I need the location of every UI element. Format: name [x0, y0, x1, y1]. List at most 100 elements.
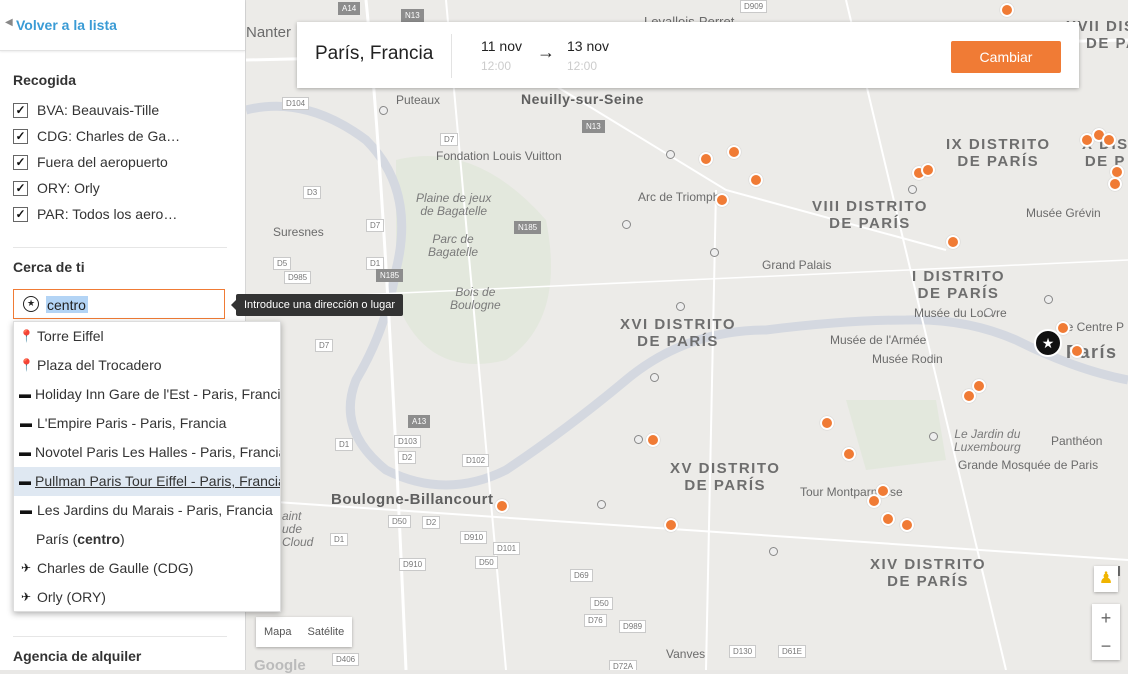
suggestion-item-active[interactable]: ▬ Pullman Paris Tour Eiffel - Paris, Fran…	[14, 467, 280, 496]
checkbox-checked-icon[interactable]: ✓	[13, 180, 28, 196]
agency-pin[interactable]	[664, 518, 678, 532]
poi-icon	[1044, 295, 1053, 304]
agency-pin[interactable]	[842, 447, 856, 461]
map-label-bois: Bois de Boulogne	[450, 285, 501, 313]
selected-location-star-icon[interactable]: ★	[1034, 329, 1062, 357]
road-shield: D7	[366, 219, 385, 232]
agency-pin[interactable]	[867, 494, 881, 508]
map-pin-icon: 📍	[19, 329, 34, 343]
agency-pin[interactable]	[749, 173, 763, 187]
hotel-icon: ▬	[19, 387, 31, 401]
suggestion-item[interactable]: ▬ Les Jardins du Marais - Paris, Francia	[14, 496, 280, 525]
agency-pin[interactable]	[715, 193, 729, 207]
road-shield: D61E	[778, 645, 807, 658]
road-shield: N13	[582, 120, 605, 133]
agency-pin[interactable]	[820, 416, 834, 430]
road-shield: D104	[282, 97, 310, 110]
suggestion-label: Charles de Gaulle (CDG)	[37, 560, 194, 576]
suggestion-item[interactable]: ▬ L'Empire Paris - Paris, Francia	[14, 409, 280, 438]
map-label-parc: Parc de Bagatelle	[428, 232, 479, 260]
poi-icon	[908, 185, 917, 194]
near-search-box[interactable]: ★	[13, 289, 225, 319]
suggestion-label: Torre Eiffel	[37, 328, 104, 344]
checkbox-checked-icon[interactable]: ✓	[13, 206, 28, 222]
agency-pin[interactable]	[1070, 344, 1084, 358]
agency-pin[interactable]	[699, 152, 713, 166]
pickup-option-bva[interactable]: ✓ BVA: Beauvais-Tille	[13, 101, 159, 119]
road-shield: A13	[408, 415, 431, 428]
zoom-in-button[interactable]: +	[1092, 604, 1120, 632]
pickup-option-par[interactable]: ✓ PAR: Todos los aero…	[13, 205, 177, 223]
agency-pin[interactable]	[962, 389, 976, 403]
map-type-map-button[interactable]: Mapa	[256, 617, 300, 647]
map-label-grevin: Musée Grévin	[1026, 206, 1101, 220]
hotel-icon: ▬	[19, 474, 31, 488]
suggestion-item[interactable]: ▬ Holiday Inn Gare de l'Est - Paris, Fran…	[14, 380, 280, 409]
road-shield: D130	[729, 645, 757, 658]
street-view-pegman-icon[interactable]: ♟	[1094, 566, 1118, 592]
zoom-out-button[interactable]: −	[1092, 632, 1120, 660]
suggestion-label-prefix: París (	[36, 531, 78, 547]
suggestion-item[interactable]: ✈ Orly (ORY)	[14, 583, 280, 611]
map[interactable]: Nanter Puteaux Neuilly-sur-Seine Levallo…	[246, 0, 1128, 670]
map-label-viii: VIII DISTRITO DE PARÍS	[812, 198, 928, 233]
road-shield: N185	[514, 221, 542, 234]
agency-pin[interactable]	[495, 499, 509, 513]
agency-pin[interactable]	[1000, 3, 1014, 17]
road-shield: D102	[462, 454, 490, 467]
map-type-satellite-button[interactable]: Satélite	[300, 617, 353, 647]
road-shield: D985	[284, 271, 312, 284]
airplane-icon: ✈	[20, 590, 32, 604]
road-shield: D406	[332, 653, 360, 666]
road-shield: D7	[440, 133, 459, 146]
road-shield: N185	[376, 269, 404, 282]
near-search-input[interactable]	[45, 294, 219, 316]
suggestion-item[interactable]: 📍 Plaza del Trocadero	[14, 351, 280, 380]
map-label-arc: Arc de Triomphe	[638, 190, 727, 204]
agency-pin[interactable]	[881, 512, 895, 526]
pickup-option-ory[interactable]: ✓ ORY: Orly	[13, 179, 100, 197]
agency-pin[interactable]	[646, 433, 660, 447]
option-label: Fuera del aeropuerto	[37, 154, 168, 170]
hotel-icon: ▬	[19, 445, 31, 459]
agency-pin[interactable]	[900, 518, 914, 532]
divider	[13, 247, 227, 248]
change-search-button[interactable]: Cambiar	[951, 41, 1061, 73]
checkbox-checked-icon[interactable]: ✓	[13, 102, 28, 118]
suggestion-item[interactable]: París (centro)	[14, 525, 280, 554]
agency-pin[interactable]	[946, 235, 960, 249]
road-shield: D50	[475, 556, 498, 569]
suggestion-item[interactable]: 📍 Torre Eiffel	[14, 322, 280, 351]
agency-pin[interactable]	[1102, 133, 1116, 147]
checkbox-checked-icon[interactable]: ✓	[13, 128, 28, 144]
pickup-option-off-airport[interactable]: ✓ Fuera del aeropuerto	[13, 153, 168, 171]
dropoff-date: 13 nov	[567, 38, 610, 54]
suggestion-label: Holiday Inn Gare de l'Est - Paris, Franc…	[35, 386, 281, 402]
road-shield: D2	[398, 451, 417, 464]
suggestion-item[interactable]: ▬ Novotel Paris Les Halles - Paris, Franc…	[14, 438, 280, 467]
divider	[451, 34, 452, 78]
agency-pin[interactable]	[727, 145, 741, 159]
suggestion-label: Les Jardins du Marais - Paris, Francia	[37, 502, 273, 518]
checkbox-checked-icon[interactable]: ✓	[13, 154, 28, 170]
road-shield: D1	[330, 533, 349, 546]
poi-icon	[676, 302, 685, 311]
airplane-icon: ✈	[20, 561, 32, 575]
road-shield: A14	[338, 2, 361, 15]
search-summary-card: París, Francia 11 nov 12:00 → 13 nov 12:…	[297, 22, 1079, 88]
road-shield: D103	[394, 435, 422, 448]
suggestion-item[interactable]: ✈ Charles de Gaulle (CDG)	[14, 554, 280, 583]
star-icon: ★	[23, 296, 39, 312]
road-shield: D1	[335, 438, 354, 451]
road-shield: D5	[273, 257, 292, 270]
poi-icon	[379, 106, 388, 115]
pickup-date: 11 nov	[481, 38, 522, 54]
pickup-option-cdg[interactable]: ✓ CDG: Charles de Ga…	[13, 127, 180, 145]
road-shield: D989	[619, 620, 647, 633]
agency-pin[interactable]	[1108, 177, 1122, 191]
back-to-list-link[interactable]: ◀ Volver a la lista	[0, 0, 245, 51]
road-shield: D76	[584, 614, 607, 627]
suggestion-label-match: centro	[77, 531, 121, 547]
agency-pin[interactable]	[921, 163, 935, 177]
poi-icon	[650, 373, 659, 382]
